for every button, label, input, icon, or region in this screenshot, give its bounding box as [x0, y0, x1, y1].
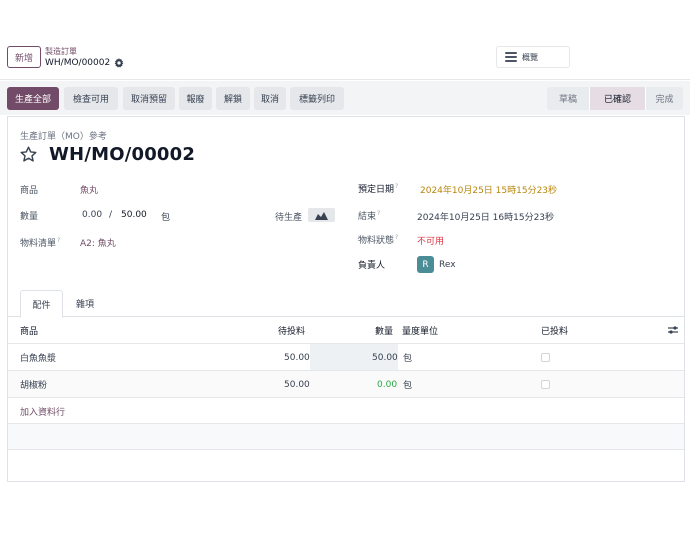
end-label: 結束	[358, 212, 377, 222]
header-consumed[interactable]: 已投料	[541, 317, 568, 344]
help-icon: ?	[377, 210, 381, 217]
header-product[interactable]: 商品	[20, 317, 38, 344]
row-product[interactable]: 胡椒粉	[20, 371, 47, 398]
help-icon: ?	[395, 183, 399, 190]
area-chart-icon	[315, 211, 328, 220]
avatar: R	[417, 256, 434, 273]
reference-label: 生產訂單（MO）參考	[20, 132, 107, 142]
forecast-label: 待生產	[275, 213, 303, 223]
stage-confirmed[interactable]: 已確認	[589, 87, 645, 110]
checkbox[interactable]	[541, 380, 550, 389]
row-quantity[interactable]: 50.00	[372, 344, 398, 371]
product-label: 商品	[20, 186, 39, 196]
quantity-target[interactable]: 50.00	[121, 210, 147, 220]
print-labels-button[interactable]: 標籤列印	[290, 87, 344, 110]
action-bar: 生產全部 檢查可用 取消預留 報廢 解鎖 取消 標籤列印 草稿 已確認 完成	[0, 81, 690, 115]
header-to-consume[interactable]: 待投料	[278, 317, 305, 344]
stage-draft[interactable]: 草稿	[547, 87, 589, 110]
view-label: 概覽	[522, 52, 538, 62]
table-row[interactable]: 白魚魚漿 50.00 50.00 包	[8, 344, 684, 371]
table-row[interactable]: 胡椒粉 50.00 0.00 包	[8, 371, 684, 398]
row-to-consume: 50.00	[284, 379, 310, 390]
help-icon: ?	[395, 234, 399, 241]
gear-icon[interactable]	[114, 58, 124, 68]
row-consumed[interactable]	[541, 344, 550, 371]
tab-components[interactable]: 配件	[20, 290, 63, 318]
view-switcher[interactable]: 概覽	[496, 46, 570, 68]
scheduled-date-field[interactable]: 2024年10月25日 15時15分23秒	[420, 183, 557, 196]
quantity-label: 數量	[20, 212, 39, 222]
table-footer	[8, 423, 684, 450]
bom-label: 物料清單	[20, 239, 57, 249]
scrap-button[interactable]: 報廢	[179, 87, 212, 110]
end-date-field[interactable]: 2024年10月25日 16時15分23秒	[417, 210, 554, 223]
component-status-label: 物料狀態	[358, 236, 395, 246]
control-panel: 新增 製造訂單 WH/MO/00002 概覽	[0, 40, 690, 80]
sliders-icon[interactable]	[668, 325, 678, 335]
responsible-name[interactable]: Rex	[439, 260, 456, 270]
component-status-value: 不可用	[417, 237, 445, 247]
row-uom: 包	[403, 354, 413, 364]
header-uom[interactable]: 量度單位	[402, 317, 438, 344]
bom-field[interactable]: A2: 魚丸	[80, 236, 116, 249]
bom-label-wrap: 物料清單?	[20, 236, 60, 249]
row-consumed[interactable]	[541, 371, 550, 398]
row-uom: 包	[403, 381, 413, 391]
add-line-link[interactable]: 加入資料行	[20, 405, 65, 418]
star-icon[interactable]	[19, 145, 38, 164]
row-to-consume: 50.00	[284, 352, 310, 363]
form-sheet: 生產訂單（MO）參考 WH/MO/00002 商品 魚丸 數量 0.00 / 5…	[7, 116, 685, 482]
responsible-label: 負責人	[358, 261, 386, 271]
unreserve-button[interactable]: 取消預留	[123, 87, 175, 110]
stage-done[interactable]: 完成	[645, 87, 683, 110]
unlock-button[interactable]: 解鎖	[216, 87, 250, 110]
table-header: 商品 待投料 數量 量度單位 已投料	[8, 317, 684, 344]
header-quantity[interactable]: 數量	[375, 317, 393, 344]
breadcrumb-current-label: WH/MO/00002	[45, 58, 111, 68]
cancel-button[interactable]: 取消	[254, 87, 286, 110]
help-icon: ?	[57, 237, 61, 244]
produce-all-button[interactable]: 生產全部	[7, 87, 59, 110]
quantity-produced[interactable]: 0.00	[82, 210, 102, 220]
scheduled-label-wrap: 預定日期?	[358, 182, 398, 195]
check-availability-button[interactable]: 檢查可用	[64, 87, 118, 110]
list-icon	[505, 52, 517, 62]
quantity-separator: /	[109, 210, 113, 220]
breadcrumb-parent[interactable]: 製造訂單	[45, 46, 77, 57]
row-quantity[interactable]: 0.00	[377, 371, 397, 398]
page-title: WH/MO/00002	[49, 144, 196, 165]
quantity-uom: 包	[161, 213, 171, 223]
status-bar: 草稿 已確認 完成	[547, 87, 683, 110]
product-field[interactable]: 魚丸	[80, 183, 98, 196]
checkbox[interactable]	[541, 353, 550, 362]
notebook-tabs: 配件 雜項	[8, 290, 684, 318]
component-status-label-wrap: 物料狀態?	[358, 233, 398, 246]
breadcrumb-current: WH/MO/00002	[45, 58, 124, 68]
scheduled-label: 預定日期	[358, 185, 395, 195]
tab-misc[interactable]: 雜項	[70, 290, 100, 317]
forecast-button[interactable]	[308, 208, 335, 222]
new-button[interactable]: 新增	[7, 46, 41, 68]
end-label-wrap: 結束?	[358, 209, 380, 222]
row-product[interactable]: 白魚魚漿	[20, 344, 56, 371]
